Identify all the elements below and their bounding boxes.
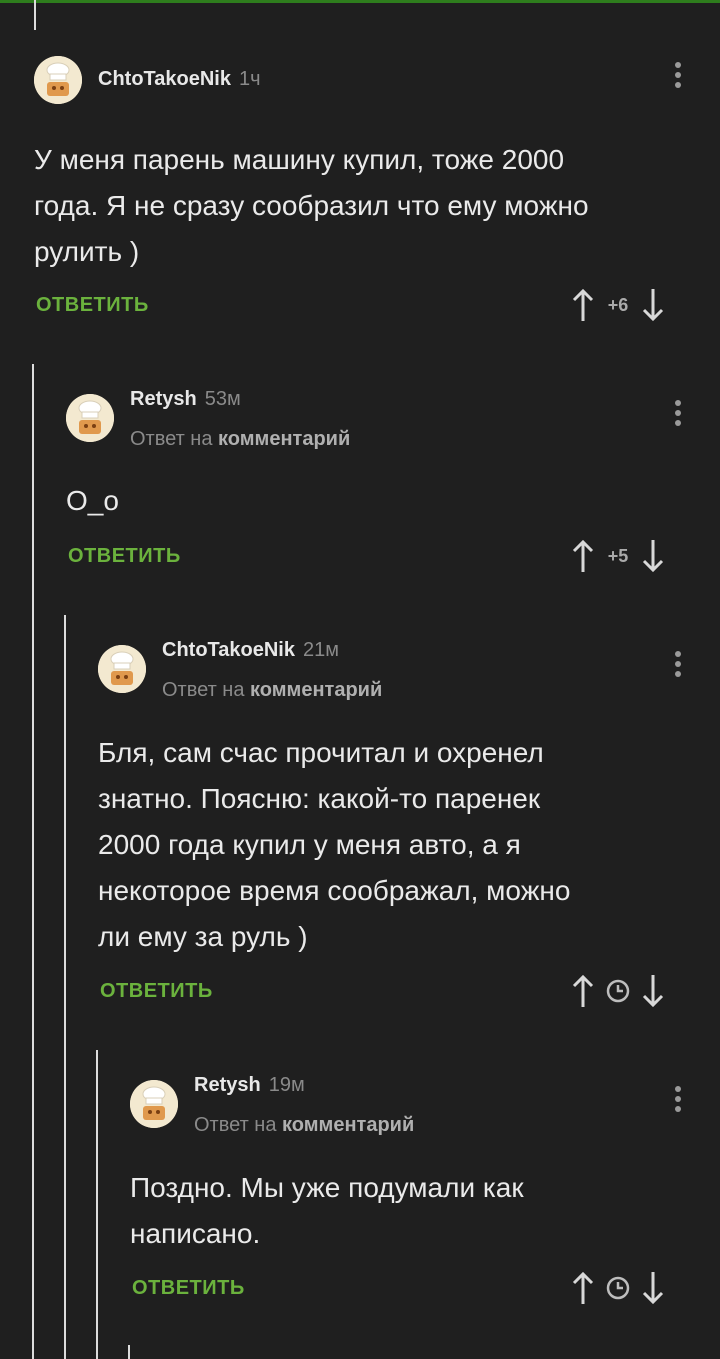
reply-button[interactable]: ОТВЕТИТЬ xyxy=(68,545,181,568)
reply-to-prefix: Ответ на xyxy=(162,679,245,701)
reply-to-prefix: Ответ на xyxy=(194,1114,277,1136)
arrow-down-icon[interactable] xyxy=(638,971,668,1011)
comment-author[interactable]: Retysh 19м xyxy=(194,1074,305,1097)
reply-to-target[interactable]: комментарий xyxy=(250,679,382,701)
arrow-up-icon[interactable] xyxy=(568,1268,598,1308)
reply-to-target[interactable]: комментарий xyxy=(282,1114,414,1136)
comment-text-line: 2000 года купил у меня авто, а я xyxy=(98,829,521,860)
thread-line xyxy=(96,1050,98,1359)
comment-time: 53м xyxy=(204,388,241,410)
arrow-down-icon[interactable] xyxy=(638,285,668,325)
reply-button[interactable]: ОТВЕТИТЬ xyxy=(36,294,149,317)
top-accent-bar xyxy=(0,0,720,3)
more-vertical-icon[interactable] xyxy=(668,647,688,683)
arrow-up-icon[interactable] xyxy=(568,971,598,1011)
clock-icon xyxy=(598,1268,638,1308)
reply-button[interactable]: ОТВЕТИТЬ xyxy=(100,980,213,1003)
reply-to-link[interactable]: Ответ на комментарий xyxy=(130,428,350,451)
reply-to-link[interactable]: Ответ на комментарий xyxy=(162,679,382,702)
vote-score: +6 xyxy=(607,294,629,315)
author-name[interactable]: Retysh xyxy=(130,388,197,410)
author-name[interactable]: ChtoTakoeNik xyxy=(162,639,295,661)
comment-text-line: рулить ) xyxy=(34,236,140,267)
chef-avatar-icon[interactable] xyxy=(66,394,114,442)
comment-text: У меня парень машину купил, тоже 2000 го… xyxy=(34,137,589,275)
comment-text-line: Бля, сам счас прочитал и охренел xyxy=(98,737,544,768)
arrow-up-icon[interactable] xyxy=(568,285,598,325)
comment-text: Поздно. Мы уже подумали как написано. xyxy=(130,1165,524,1257)
thread-line xyxy=(34,0,36,30)
arrow-down-icon[interactable] xyxy=(638,536,668,576)
comment-text-line: года. Я не сразу сообразил что ему можно xyxy=(34,190,589,221)
comment-author[interactable]: Retysh 53м xyxy=(130,388,241,411)
thread-line xyxy=(64,615,66,1359)
reply-to-prefix: Ответ на xyxy=(130,428,213,450)
thread-line xyxy=(128,1345,130,1359)
arrow-down-icon[interactable] xyxy=(638,1268,668,1308)
comment-text-line: написано. xyxy=(130,1218,261,1249)
comment-text-line: О_о xyxy=(66,485,119,516)
comment-author[interactable]: ChtoTakoeNik 21м xyxy=(162,639,339,662)
clock-icon xyxy=(598,971,638,1011)
chef-avatar-icon[interactable] xyxy=(34,56,82,104)
more-vertical-icon[interactable] xyxy=(668,1082,688,1118)
comment-text: Бля, сам счас прочитал и охренел знатно.… xyxy=(98,730,570,960)
comment-text-line: Поздно. Мы уже подумали как xyxy=(130,1172,524,1203)
vote-controls xyxy=(568,971,668,1011)
arrow-up-icon[interactable] xyxy=(568,536,598,576)
chef-avatar-icon[interactable] xyxy=(98,645,146,693)
vote-score: +5 xyxy=(607,545,629,566)
vote-controls: +5 xyxy=(568,536,668,576)
comment-time: 21м xyxy=(302,639,339,661)
vote-controls xyxy=(568,1268,668,1308)
reply-to-link[interactable]: Ответ на комментарий xyxy=(194,1114,414,1137)
comment-text-line: знатно. Поясню: какой-то паренек xyxy=(98,783,541,814)
comment-time: 1ч xyxy=(238,68,261,90)
vote-controls: +6 xyxy=(568,285,668,325)
more-vertical-icon[interactable] xyxy=(668,396,688,432)
comment-text-line: некоторое время соображал, можно xyxy=(98,875,571,906)
comment-text-line: У меня парень машину купил, тоже 2000 xyxy=(34,144,565,175)
thread-line xyxy=(32,364,34,1359)
chef-avatar-icon[interactable] xyxy=(130,1080,178,1128)
comment-text-line: ли ему за руль ) xyxy=(98,921,308,952)
comment-time: 19м xyxy=(268,1074,305,1096)
author-name[interactable]: ChtoTakoeNik xyxy=(98,68,231,90)
comment-author[interactable]: ChtoTakoeNik 1ч xyxy=(98,68,261,91)
more-vertical-icon[interactable] xyxy=(668,58,688,94)
comment-text: О_о xyxy=(66,478,119,524)
author-name[interactable]: Retysh xyxy=(194,1074,261,1096)
reply-to-target[interactable]: комментарий xyxy=(218,428,350,450)
reply-button[interactable]: ОТВЕТИТЬ xyxy=(132,1277,245,1300)
